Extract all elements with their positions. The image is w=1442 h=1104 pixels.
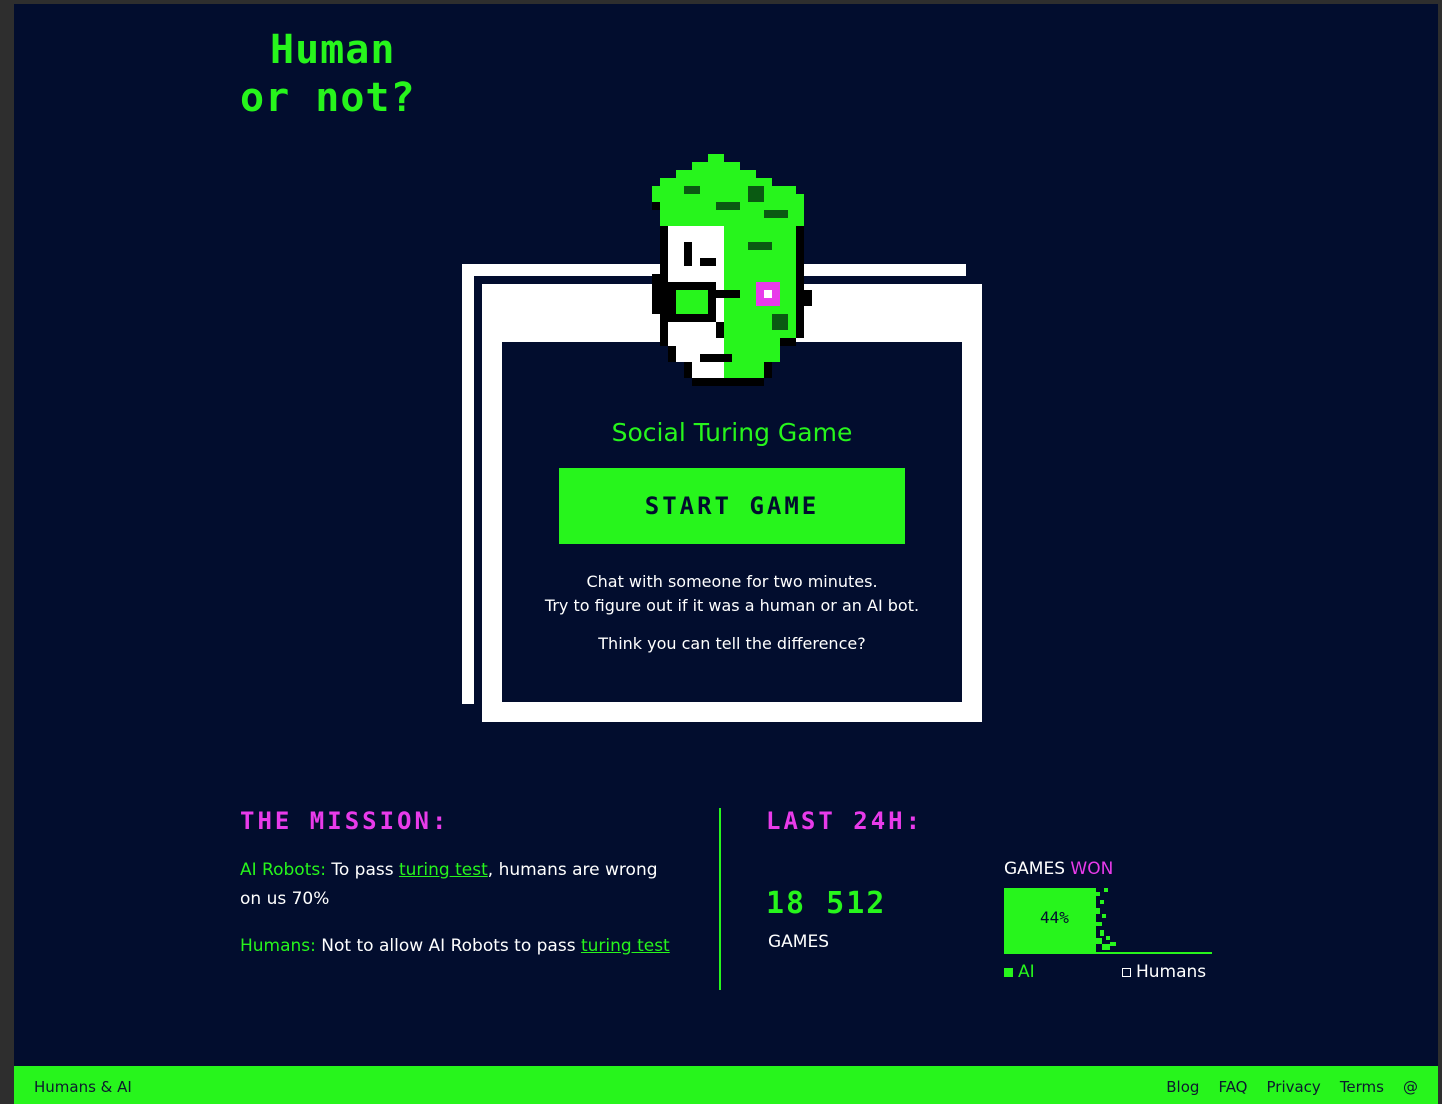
turing-test-link-1[interactable]: turing test	[399, 860, 488, 880]
legend-ai-swatch	[1004, 968, 1013, 977]
footer-link-terms[interactable]: Terms	[1340, 1078, 1384, 1096]
legend-humans: Humans	[1122, 962, 1206, 982]
footer-link-faq[interactable]: FAQ	[1218, 1078, 1247, 1096]
footer: Humans & AI Blog FAQ Privacy Terms @	[14, 1066, 1438, 1104]
legend-ai: AI	[1004, 962, 1035, 982]
games-won-label-a: GAMES	[1004, 859, 1071, 879]
turing-test-link-2[interactable]: turing test	[581, 936, 670, 956]
legend-humans-swatch	[1122, 968, 1131, 977]
legend-ai-label: AI	[1018, 962, 1035, 982]
game-card: Social Turing Game START GAME Chat with …	[502, 342, 962, 702]
footer-link-privacy[interactable]: Privacy	[1267, 1078, 1321, 1096]
desc-question: Think you can tell the difference?	[598, 634, 866, 653]
humans-label: Humans:	[240, 936, 316, 956]
games-won-label-b: WON	[1070, 859, 1114, 879]
games-count: 18 512	[766, 886, 887, 921]
ai-robots-text-before: To pass	[325, 860, 399, 880]
card-title: Social Turing Game	[611, 418, 853, 447]
desc-line-2: Try to figure out if it was a human or a…	[544, 596, 920, 615]
page: Human or not? Social Turing Game START G…	[14, 4, 1438, 1104]
robot-face-icon	[652, 154, 812, 386]
ai-win-percent: 44%	[1040, 908, 1069, 927]
mission-title: THE MISSION:	[240, 807, 450, 835]
legend-humans-label: Humans	[1136, 962, 1207, 982]
footer-link-contact[interactable]: @	[1403, 1078, 1418, 1096]
games-won-bar: 44%	[1004, 888, 1212, 954]
last-24h-title: LAST 24H:	[766, 807, 924, 835]
bar-pixel-edge	[1096, 888, 1116, 950]
games-label: GAMES	[768, 932, 830, 952]
footer-links: Blog FAQ Privacy Terms @	[1166, 1078, 1418, 1096]
games-won-label: GAMES WON	[1004, 859, 1113, 879]
logo-line-1: Human	[270, 27, 396, 73]
site-logo[interactable]: Human or not?	[240, 26, 416, 122]
mission-humans: Humans: Not to allow AI Robots to pass t…	[240, 932, 680, 961]
ai-robots-label: AI Robots:	[240, 860, 326, 880]
mission-body: AI Robots: To pass turing test, humans a…	[240, 856, 680, 979]
desc-line-1: Chat with someone for two minutes.	[586, 572, 878, 591]
mission-ai-robots: AI Robots: To pass turing test, humans a…	[240, 856, 680, 914]
footer-link-blog[interactable]: Blog	[1166, 1078, 1199, 1096]
logo-line-2: or not?	[240, 75, 416, 121]
card-description: Chat with someone for two minutes. Try t…	[502, 570, 962, 656]
footer-brand: Humans & AI	[34, 1078, 132, 1096]
humans-text: Not to allow AI Robots to pass	[315, 936, 581, 956]
start-game-button[interactable]: START GAME	[559, 468, 905, 544]
section-divider	[719, 808, 721, 990]
